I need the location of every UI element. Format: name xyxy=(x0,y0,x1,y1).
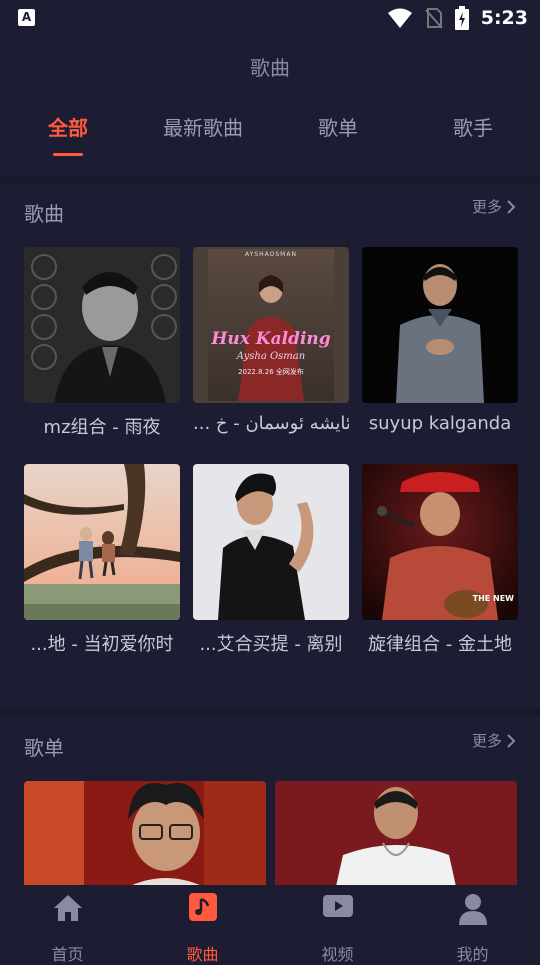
music-note-icon xyxy=(188,893,217,921)
song-caption: ...地 - 当初爱你时 xyxy=(30,634,174,655)
chevron-right-icon xyxy=(507,199,516,214)
tab-playlists[interactable]: 歌单 xyxy=(283,112,393,141)
playlist-card[interactable] xyxy=(24,781,266,891)
clock: 5:23 xyxy=(480,7,528,29)
tab-bar: 全部 最新歌曲 歌单 歌手 xyxy=(0,112,540,162)
video-icon xyxy=(322,895,353,917)
songs-section-title: 歌曲 xyxy=(24,202,64,226)
playlists-more-link[interactable]: 更多 xyxy=(472,730,516,751)
song-card[interactable]: THE NEW 旋律组合 - 金土地 xyxy=(362,464,518,655)
tab-latest-songs[interactable]: 最新歌曲 xyxy=(148,112,258,141)
song-card[interactable]: ...地 - 当初爱你时 xyxy=(24,464,180,655)
wifi-icon xyxy=(387,8,412,28)
song-card[interactable]: ...艾合买提 - 离别 xyxy=(193,464,349,655)
song-caption: mz组合 - 雨夜 xyxy=(43,417,161,438)
section-divider xyxy=(0,176,540,184)
tab-all[interactable]: 全部 xyxy=(13,112,123,141)
section-divider xyxy=(0,708,540,716)
song-card[interactable]: AYSHAOSMAN Hux Kalding Aysha Osman 2022.… xyxy=(193,247,349,434)
songs-more-link[interactable]: 更多 xyxy=(472,196,516,217)
nav-songs[interactable]: 歌曲 xyxy=(135,885,270,964)
nav-profile[interactable]: 我的 xyxy=(405,885,540,964)
bottom-navigation: 首页 歌曲 视频 我的 xyxy=(0,885,540,964)
battery-charging-icon xyxy=(454,6,469,30)
status-bar: A 5:23 xyxy=(0,0,540,36)
active-tab-indicator xyxy=(53,153,83,156)
song-caption: suyup kalganda xyxy=(368,413,512,434)
nav-videos[interactable]: 视频 xyxy=(270,885,405,964)
song-cover xyxy=(24,464,180,620)
no-sim-icon xyxy=(424,8,443,29)
song-cover: THE NEW xyxy=(362,464,518,620)
nav-home[interactable]: 首页 xyxy=(0,885,135,964)
chevron-right-icon xyxy=(507,733,516,748)
page-title: 歌曲 xyxy=(250,56,290,80)
song-cover xyxy=(24,247,180,403)
song-card[interactable]: mz组合 - 雨夜 xyxy=(24,247,180,438)
song-caption: 旋律组合 - 金土地 xyxy=(368,634,512,655)
tab-singers[interactable]: 歌手 xyxy=(418,112,528,141)
song-caption: ...艾合买提 - 离别 xyxy=(199,634,343,655)
song-cover xyxy=(193,464,349,620)
song-cover: AYSHAOSMAN Hux Kalding Aysha Osman 2022.… xyxy=(193,247,349,403)
playlists-section-title: 歌单 xyxy=(24,736,64,760)
playlist-card[interactable] xyxy=(275,781,517,891)
song-cover xyxy=(362,247,518,403)
song-card[interactable]: suyup kalganda xyxy=(362,247,518,434)
app-notification-icon: A xyxy=(18,9,35,26)
home-icon xyxy=(53,895,82,921)
user-icon xyxy=(458,894,487,925)
song-caption: ... ئايشە ئوسمان - خ xyxy=(193,413,349,434)
